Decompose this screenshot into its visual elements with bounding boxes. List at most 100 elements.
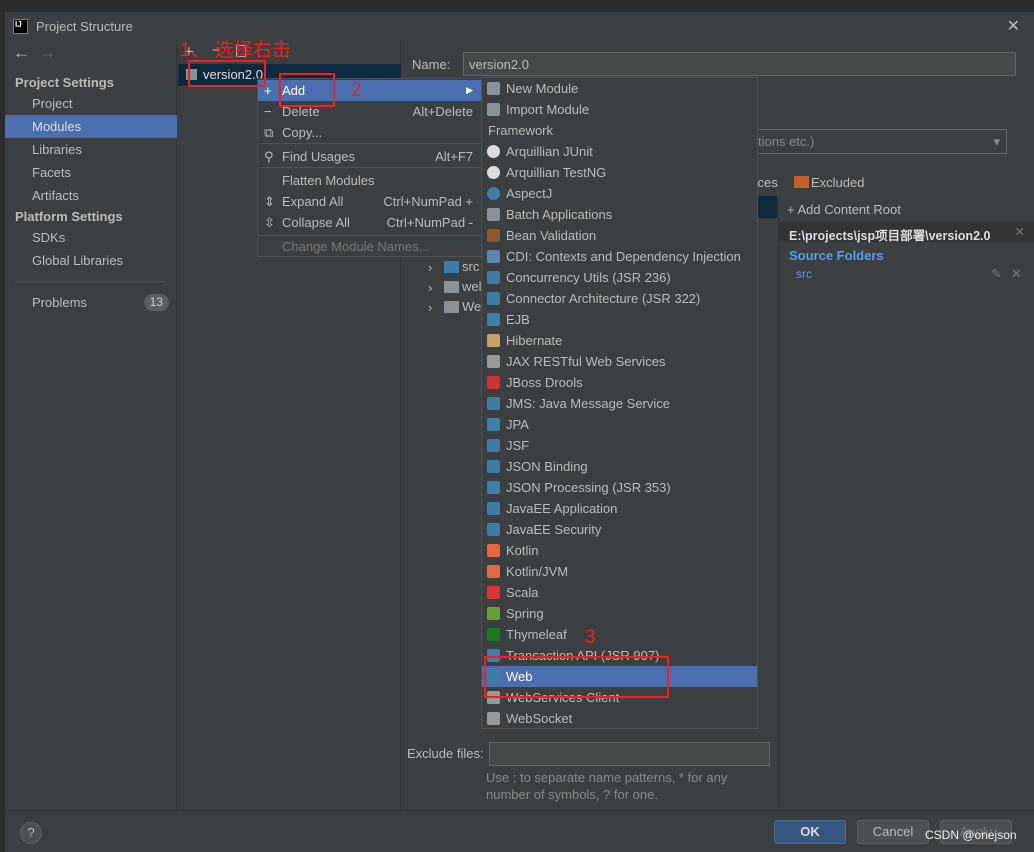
remove-icon[interactable]: ✕: [1011, 266, 1022, 282]
submenu-item-arquillian-junit[interactable]: Arquillian JUnit: [482, 141, 757, 162]
submenu-item-cdi-contexts-and-dependency-injection[interactable]: CDI: Contexts and Dependency Injection: [482, 246, 757, 267]
menu-separator: [258, 235, 481, 236]
annotation-box-1: [188, 60, 266, 87]
intellij-logo-icon: IJ: [13, 18, 28, 34]
close-icon[interactable]: ✕: [1007, 16, 1020, 36]
submenu-item-javaee-application[interactable]: JavaEE Application: [482, 498, 757, 519]
close-icon[interactable]: ✕: [1015, 224, 1025, 239]
submenu-item-label: Bean Validation: [506, 228, 597, 243]
annotation-step-3: 3: [585, 627, 596, 648]
submenu-item-jax-restful-web-services[interactable]: JAX RESTful Web Services: [482, 351, 757, 372]
submenu-item-thymeleaf[interactable]: Thymeleaf: [482, 624, 757, 645]
exclude-hint: Use ; to separate name patterns, * for a…: [486, 770, 728, 802]
jms-java-message-service-icon: [487, 397, 500, 410]
sidebar: ← → Project Settings Project Modules Lib…: [5, 40, 177, 810]
sdk-dropdown[interactable]: tions etc.) ▾: [742, 129, 1007, 154]
submenu-item-jsf[interactable]: JSF: [482, 435, 757, 456]
sidebar-item-global-libraries[interactable]: Global Libraries: [5, 249, 177, 272]
menu-item-collapse-all[interactable]: ⇳ Collapse All Ctrl+NumPad -: [258, 212, 481, 233]
submenu-arrow-icon: ▶: [466, 85, 473, 95]
project-settings-header: Project Settings: [15, 75, 114, 90]
submenu-item-ejb[interactable]: EJB: [482, 309, 757, 330]
submenu-item-jboss-drools[interactable]: JBoss Drools: [482, 372, 757, 393]
new-module-icon: [487, 82, 500, 95]
submenu-item-jpa[interactable]: JPA: [482, 414, 757, 435]
exclude-files-label: Exclude files:: [407, 746, 484, 761]
edit-pencil-icon[interactable]: ✎: [991, 266, 1002, 282]
submenu-item-arquillian-testng[interactable]: Arquillian TestNG: [482, 162, 757, 183]
sidebar-item-modules[interactable]: Modules: [5, 115, 177, 138]
submenu-item-websocket[interactable]: WebSocket: [482, 708, 757, 729]
sidebar-item-artifacts[interactable]: Artifacts: [5, 184, 177, 207]
menu-item-find-usages[interactable]: ⚲ Find Usages Alt+F7: [258, 146, 481, 167]
menu-item-label: Flatten Modules: [282, 173, 375, 188]
source-folder-item[interactable]: src: [796, 267, 812, 281]
divider: [15, 281, 166, 282]
websocket-icon: [487, 712, 500, 725]
submenu-item-new-module[interactable]: New Module: [482, 78, 757, 99]
submenu-item-label: JavaEE Security: [506, 522, 602, 537]
excluded-folder-icon: [794, 176, 809, 188]
submenu-item-label: Framework: [488, 123, 554, 138]
sidebar-item-facets[interactable]: Facets: [5, 161, 177, 184]
submenu-item-json-binding[interactable]: JSON Binding: [482, 456, 757, 477]
submenu-item-label: Scala: [506, 585, 539, 600]
chevron-right-icon[interactable]: ›: [428, 280, 432, 295]
excluded-mark-button[interactable]: Excluded: [811, 175, 864, 190]
submenu-item-label: CDI: Contexts and Dependency Injection: [506, 249, 741, 264]
submenu-item-label: AspectJ: [506, 186, 553, 201]
forward-arrow-icon[interactable]: →: [39, 43, 56, 63]
menu-item-change-module-names[interactable]: Change Module Names...: [258, 236, 481, 257]
source-folders-header: Source Folders: [789, 248, 884, 263]
submenu-item-spring[interactable]: Spring: [482, 603, 757, 624]
add-content-root-button[interactable]: + Add Content Root: [787, 202, 901, 217]
back-arrow-icon[interactable]: ←: [13, 43, 30, 63]
submenu-item-hibernate[interactable]: Hibernate: [482, 330, 757, 351]
tree-item-web[interactable]: wel: [462, 279, 482, 294]
platform-settings-header: Platform Settings: [15, 209, 123, 224]
annotation-box-2: [279, 73, 335, 107]
submenu-item-label: WebSocket: [506, 711, 573, 726]
menu-icon: ⇕: [264, 194, 275, 209]
sidebar-item-problems[interactable]: Problems 13: [5, 291, 177, 314]
sidebar-item-project[interactable]: Project: [5, 92, 177, 115]
submenu-item-aspectj[interactable]: AspectJ: [482, 183, 757, 204]
batch-applications-icon: [487, 208, 500, 221]
content-root-panel: + Add Content Root E:\projects\jsp项目部署\v…: [778, 196, 1034, 806]
submenu-item-bean-validation[interactable]: Bean Validation: [482, 225, 757, 246]
submenu-item-label: JSON Binding: [506, 459, 588, 474]
menu-item-flatten-modules[interactable]: Flatten Modules: [258, 170, 481, 191]
help-icon[interactable]: ?: [20, 822, 42, 844]
submenu-item-javaee-security[interactable]: JavaEE Security: [482, 519, 757, 540]
menu-item-expand-all[interactable]: ⇕ Expand All Ctrl+NumPad +: [258, 191, 481, 212]
submenu-item-label: JAX RESTful Web Services: [506, 354, 666, 369]
submenu-item-concurrency-utils-jsr-236[interactable]: Concurrency Utils (JSR 236): [482, 267, 757, 288]
ok-button[interactable]: OK: [774, 820, 846, 844]
sidebar-item-libraries[interactable]: Libraries: [5, 138, 177, 161]
concurrency-utils-jsr-236-icon: [487, 271, 500, 284]
tree-item-web-inf[interactable]: We: [462, 299, 481, 314]
submenu-item-batch-applications[interactable]: Batch Applications: [482, 204, 757, 225]
chevron-right-icon[interactable]: ›: [428, 300, 432, 315]
submenu-item-jms-java-message-service[interactable]: JMS: Java Message Service: [482, 393, 757, 414]
menu-item-label: Collapse All: [282, 215, 350, 230]
cancel-button[interactable]: Cancel: [857, 820, 929, 844]
jsf-icon: [487, 439, 500, 452]
submenu-item-json-processing-jsr-353[interactable]: JSON Processing (JSR 353): [482, 477, 757, 498]
menu-item-copy[interactable]: ⧉ Copy...: [258, 122, 481, 143]
submenu-item-kotlin[interactable]: Kotlin: [482, 540, 757, 561]
menu-icon: ⧉: [264, 125, 274, 140]
submenu-item-label: Arquillian TestNG: [506, 165, 607, 180]
chevron-right-icon[interactable]: ›: [428, 260, 432, 275]
submenu-item-kotlin-jvm[interactable]: Kotlin/JVM: [482, 561, 757, 582]
submenu-item-label: JBoss Drools: [506, 375, 583, 390]
submenu-item-label: Import Module: [506, 102, 590, 117]
submenu-item-connector-architecture-jsr-322[interactable]: Connector Architecture (JSR 322): [482, 288, 757, 309]
sidebar-item-sdks[interactable]: SDKs: [5, 226, 177, 249]
tree-item-src[interactable]: src: [462, 259, 479, 274]
submenu-item-scala[interactable]: Scala: [482, 582, 757, 603]
submenu-item-import-module[interactable]: Import Module: [482, 99, 757, 120]
exclude-files-input[interactable]: [489, 742, 770, 766]
framework-header: Framework: [482, 120, 757, 141]
name-input[interactable]: [463, 52, 1016, 76]
